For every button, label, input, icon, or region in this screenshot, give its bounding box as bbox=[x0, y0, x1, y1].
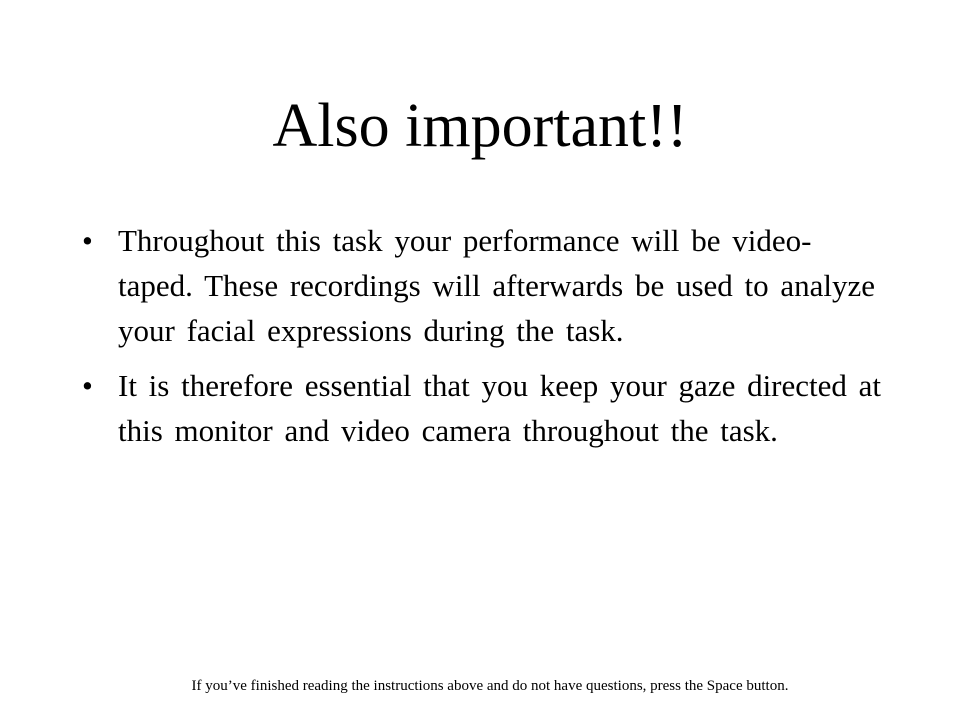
slide-title: Also important!! bbox=[272, 92, 688, 160]
bullet-text: It is therefore essential that you keep … bbox=[118, 368, 882, 448]
bullet-item: • It is therefore essential that you kee… bbox=[82, 363, 882, 453]
bullet-icon: • bbox=[82, 223, 93, 258]
footer-instruction: If you’ve finished reading the instructi… bbox=[191, 678, 789, 694]
instruction-slide: Also important!! • Throughout this task … bbox=[0, 0, 960, 720]
bullet-item: • Throughout this task your performance … bbox=[82, 218, 882, 353]
bullet-text: Throughout this task your performance wi… bbox=[118, 223, 876, 348]
bullet-icon: • bbox=[82, 368, 93, 403]
bullet-list: • Throughout this task your performance … bbox=[82, 218, 882, 463]
